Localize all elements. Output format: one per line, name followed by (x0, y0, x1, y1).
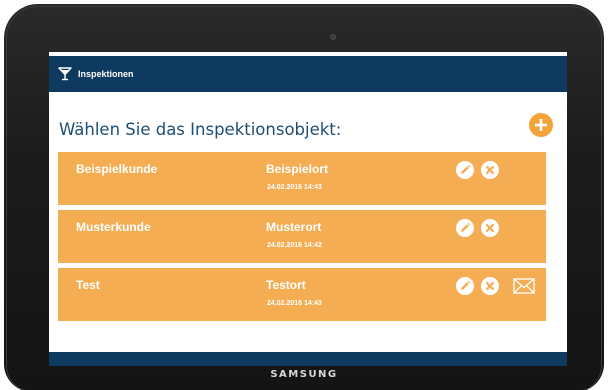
delete-button[interactable] (481, 161, 499, 179)
app-title: Inspektionen (78, 69, 134, 79)
timestamp: 24.02.2016 14:42 (267, 242, 322, 249)
customer-name: Beispielkunde (76, 162, 158, 176)
pencil-icon (461, 280, 471, 290)
close-icon (485, 223, 495, 233)
mail-icon[interactable] (513, 277, 535, 295)
list-item[interactable]: Musterkunde Musterort 24.02.2016 14:42 (58, 210, 546, 263)
timestamp: 24.02.2016 14:43 (267, 184, 322, 191)
app-header: Inspektionen (49, 56, 567, 92)
page-heading: Wählen Sie das Inspektionsobjekt: (59, 120, 342, 139)
location-name: Musterort (266, 220, 322, 234)
app-screen: Inspektionen Wählen Sie das Inspektionso… (49, 52, 567, 366)
pencil-icon (461, 164, 471, 174)
delete-button[interactable] (481, 277, 499, 295)
list-item[interactable]: Test Testort 24.02.2016 14:43 (58, 268, 546, 321)
plus-icon (535, 119, 547, 131)
edit-button[interactable] (456, 161, 474, 179)
cocktail-glass-icon (58, 67, 72, 81)
close-icon (485, 281, 495, 291)
edit-button[interactable] (456, 219, 474, 237)
list-item[interactable]: Beispielkunde Beispielort 24.02.2016 14:… (58, 152, 546, 205)
customer-name: Test (76, 278, 100, 292)
pencil-icon (461, 222, 471, 232)
delete-button[interactable] (481, 219, 499, 237)
location-name: Testort (266, 278, 306, 292)
inspection-object-list: Beispielkunde Beispielort 24.02.2016 14:… (58, 152, 546, 326)
edit-button[interactable] (456, 277, 474, 295)
close-icon (485, 165, 495, 175)
add-object-button[interactable] (529, 113, 553, 137)
location-name: Beispielort (266, 162, 329, 176)
timestamp: 24.02.2016 14:43 (267, 300, 322, 307)
camera (330, 34, 336, 40)
customer-name: Musterkunde (76, 220, 151, 234)
device-brand: SAMSUNG (270, 369, 338, 380)
bottom-bar (49, 352, 567, 366)
